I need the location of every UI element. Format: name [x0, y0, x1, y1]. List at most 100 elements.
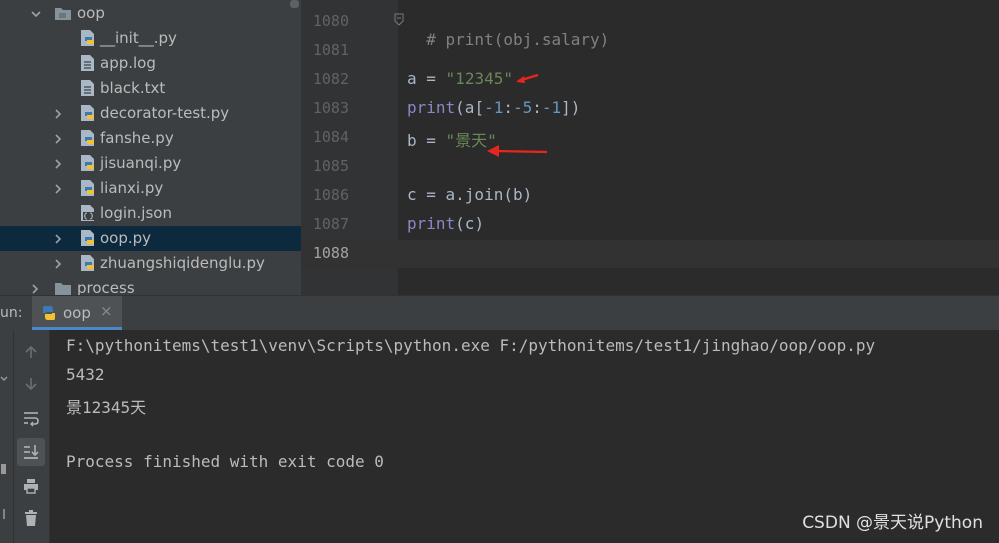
- tree-item-label: fanshe.py: [100, 129, 174, 147]
- code-token: :: [532, 98, 542, 117]
- soft-wrap-icon: [24, 412, 39, 427]
- arrow-up-icon: [25, 345, 37, 358]
- text-file-icon: [79, 79, 97, 97]
- code-number: -1: [484, 98, 504, 117]
- text-file-icon: [79, 54, 97, 72]
- tree-item-label: black.txt: [100, 79, 166, 97]
- chevron-right-icon[interactable]: [52, 183, 64, 195]
- pin-icon[interactable]: [0, 508, 8, 520]
- code-builtin: print: [407, 98, 456, 117]
- tree-item-jisuanqi-py[interactable]: jisuanqi.py: [0, 151, 301, 176]
- line-numbers: 1080 1081 1082 1083 1084 1085 1086 1087 …: [301, 0, 349, 295]
- code-comment: # print(obj.salary): [426, 30, 610, 49]
- code-token: (c): [455, 214, 485, 233]
- print-button[interactable]: [17, 472, 45, 500]
- chevron-right-icon[interactable]: [52, 133, 64, 145]
- scroll-to-end-button[interactable]: [17, 438, 45, 466]
- down-arrow-button[interactable]: [17, 370, 45, 398]
- tree-item-label: decorator-test.py: [100, 104, 230, 122]
- tree-item-label: process: [77, 279, 135, 295]
- annotation-arrow-icon: [516, 73, 539, 83]
- code-line-1082: a = "12345": [407, 69, 513, 88]
- code-builtin: print: [407, 214, 456, 233]
- chevron-right-icon[interactable]: [29, 283, 41, 295]
- tree-item-label: lianxi.py: [100, 179, 164, 197]
- run-tab-oop[interactable]: oop ×: [32, 296, 122, 330]
- tree-item-label: login.json: [100, 204, 172, 222]
- tree-item-black-txt[interactable]: black.txt: [0, 76, 301, 101]
- run-panel-header: un: oop ×: [0, 295, 999, 330]
- chevron-down-icon[interactable]: [0, 374, 8, 384]
- code-token: b: [407, 131, 417, 150]
- code-line-1080: # print(obj.salary): [407, 11, 609, 49]
- tree-item-label: __init__.py: [100, 29, 177, 47]
- code-token: (a[: [455, 98, 485, 117]
- line-number: 1082: [312, 70, 349, 88]
- python-run-icon: [40, 304, 58, 326]
- tree-item-decorator-test-py[interactable]: decorator-test.py: [0, 101, 301, 126]
- chevron-down-icon[interactable]: [30, 8, 42, 20]
- current-line-highlight: [398, 240, 999, 268]
- tree-item-oop-folder[interactable]: oop: [0, 1, 301, 26]
- python-file-icon: [79, 179, 97, 197]
- folder-icon: [54, 5, 72, 23]
- chevron-right-icon[interactable]: [52, 233, 64, 245]
- line-number: 1081: [312, 41, 349, 59]
- tree-item-label: app.log: [100, 54, 156, 72]
- code-number: -5: [512, 98, 533, 117]
- python-file-icon: [79, 254, 97, 272]
- tree-item-process-folder[interactable]: process: [0, 276, 301, 295]
- tree-item-login-json[interactable]: login.json: [0, 201, 301, 226]
- scroll-to-end-icon: [24, 445, 39, 459]
- python-file-icon: [79, 229, 97, 247]
- tree-item-app-log[interactable]: app.log: [0, 51, 301, 76]
- code-token: ]): [561, 98, 581, 117]
- run-toolbar: [14, 330, 50, 543]
- code-string: "12345": [445, 69, 513, 88]
- tree-item-lianxi-py[interactable]: lianxi.py: [0, 176, 301, 201]
- chevron-right-icon[interactable]: [52, 108, 64, 120]
- line-number: 1086: [312, 186, 349, 204]
- code-line-1087: print(c): [407, 214, 484, 233]
- code-number: -1: [541, 98, 562, 117]
- trash-icon: [25, 510, 37, 526]
- code-token: =: [416, 131, 446, 150]
- tree-item-oop-py[interactable]: oop.py: [0, 226, 301, 251]
- console-line: F:\pythonitems\test1\venv\Scripts\python…: [66, 336, 876, 355]
- chevron-right-icon[interactable]: [52, 158, 64, 170]
- line-number: 1083: [312, 99, 349, 117]
- python-file-icon: [79, 104, 97, 122]
- python-file-icon: [79, 29, 97, 47]
- tree-item-label: jisuanqi.py: [100, 154, 182, 172]
- line-number: 1085: [312, 157, 349, 175]
- close-icon[interactable]: ×: [100, 302, 113, 320]
- tree-item-label: zhuangshiqidenglu.py: [100, 254, 265, 272]
- tree-item-zhuangshiqidenglu-py[interactable]: zhuangshiqidenglu.py: [0, 251, 301, 276]
- soft-wrap-button[interactable]: [17, 404, 45, 432]
- code-token: c = a.join(b): [407, 185, 533, 204]
- code-line-1086: c = a.join(b): [407, 185, 532, 204]
- code-token: :: [503, 98, 513, 117]
- tree-item-init-py[interactable]: __init__.py: [0, 26, 301, 51]
- tree-item-label: oop.py: [100, 229, 152, 247]
- json-file-icon: [79, 204, 97, 222]
- code-line-1083: print(a[-1:-5:-1]): [407, 98, 580, 117]
- tree-item-fanshe-py[interactable]: fanshe.py: [0, 126, 301, 151]
- side-strip: [0, 330, 14, 543]
- python-file-icon: [79, 129, 97, 147]
- stop-icon[interactable]: [0, 462, 8, 476]
- run-tab-label: oop: [63, 304, 91, 322]
- fold-icon[interactable]: [394, 12, 404, 31]
- code-token: a: [407, 69, 417, 88]
- annotation-arrow-icon: [487, 145, 548, 157]
- chevron-right-icon[interactable]: [52, 258, 64, 270]
- clear-all-button[interactable]: [17, 504, 45, 532]
- run-panel-label: un:: [0, 305, 23, 321]
- printer-icon: [24, 479, 38, 494]
- project-tree: oop __init__.py app.log black.txt decora…: [0, 0, 301, 295]
- python-file-icon: [79, 154, 97, 172]
- line-number: 1080: [312, 12, 349, 30]
- code-line-1084: b = "景天": [407, 127, 497, 151]
- up-arrow-button[interactable]: [17, 338, 45, 366]
- code-token: =: [416, 69, 446, 88]
